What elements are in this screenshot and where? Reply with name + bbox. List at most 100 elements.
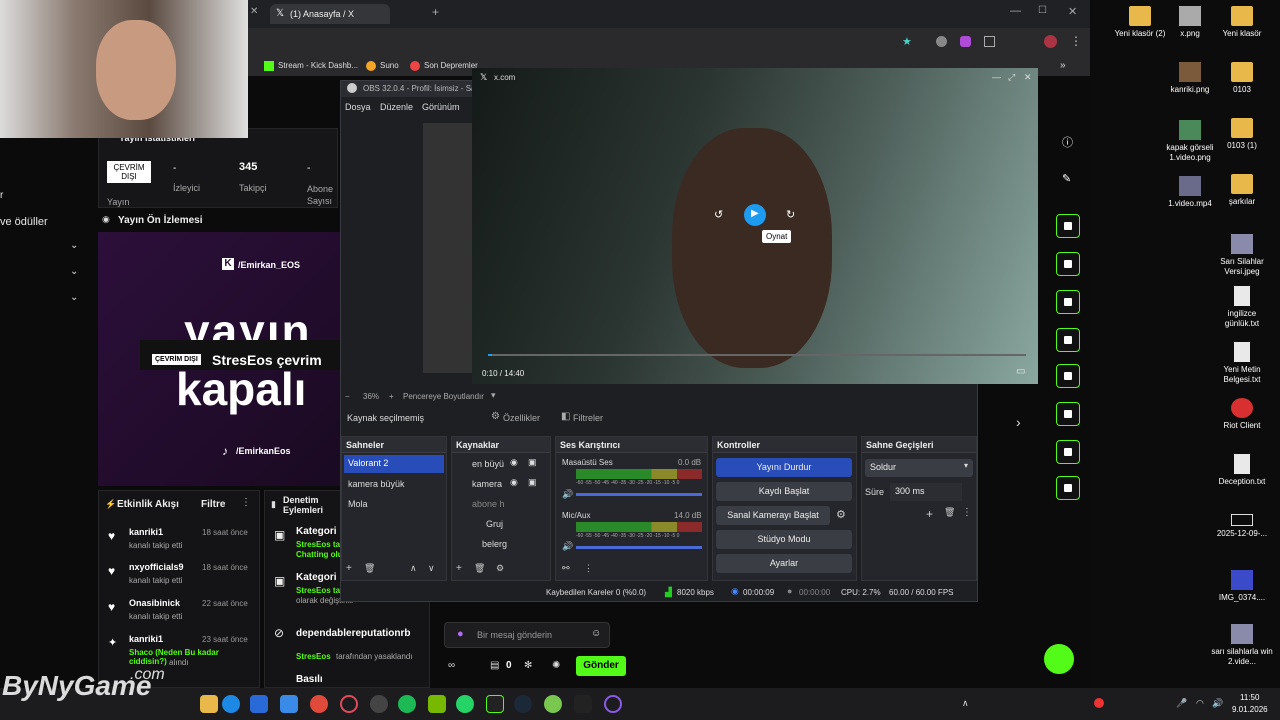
obs-icon[interactable] [370,695,388,713]
chevron-down-icon[interactable]: ▾ [491,390,496,401]
store-icon[interactable] [250,695,268,713]
activity-user[interactable]: nxyofficials9 [129,562,184,572]
more-icon[interactable]: ⋮ [962,507,972,518]
maximize-icon[interactable]: ☐ [1038,5,1047,16]
trash-icon[interactable]: 🗑 [364,563,375,574]
camera-icon[interactable] [1056,214,1080,238]
record-tray-icon[interactable] [1094,698,1104,708]
close-tab-icon[interactable]: ✕ [250,6,258,17]
app-icon[interactable] [604,695,622,713]
desktop-icon[interactable]: Yeni klasör [1210,6,1274,39]
lock-icon[interactable]: ▣ [528,457,537,468]
edge-icon[interactable] [222,695,240,713]
chat-bubble-icon[interactable] [1056,328,1080,352]
seek-bar[interactable] [488,354,1026,356]
obs-preview-canvas[interactable] [423,123,473,373]
more-icon[interactable]: ⋮ [241,497,251,508]
source-item[interactable]: Gruj [486,519,503,529]
menu-file[interactable]: Dosya [345,102,371,112]
chevron-down-icon[interactable]: ∨ [428,563,435,574]
scene-item[interactable]: Mola [348,499,368,509]
apps-icon[interactable] [1056,476,1080,500]
wifi-icon[interactable]: ◠ [1196,698,1204,709]
menu-view[interactable]: Görünüm [422,102,460,112]
settings-icon[interactable]: ✻ [524,660,532,671]
speaker-icon[interactable]: 🔊 [562,489,573,500]
zoom-in-icon[interactable]: + [389,392,394,401]
volume-icon[interactable]: 🔊 [1212,698,1223,709]
chrome-icon[interactable] [310,695,328,713]
link-icon[interactable]: ⚯ [562,563,570,574]
steam-icon[interactable] [514,695,532,713]
menu-dots-icon[interactable]: ⋮ [1070,34,1082,48]
bookmark-suno[interactable]: Suno [380,61,399,70]
stop-stream-button[interactable]: Yayını Durdur [716,458,852,477]
tab-x[interactable]: 𝕏 (1) Anasayfa / X [270,4,390,24]
eye-icon[interactable]: ◉ [510,457,518,468]
start-recording-button[interactable]: Kaydı Başlat [716,482,852,501]
activity-user[interactable]: kanriki1 [129,527,163,537]
desktop-icon[interactable]: 2025-12-09-... [1210,514,1274,539]
wrench-icon[interactable] [1056,440,1080,464]
bookmark-quakes[interactable]: Son Depremler [424,61,478,70]
desktop-icon[interactable]: 0103 [1210,62,1274,95]
add-icon[interactable]: + [926,507,933,521]
transition-select[interactable]: Soldur [865,459,973,477]
gear-icon[interactable]: ⚙ [496,563,504,574]
desktop-icon[interactable]: Sarı Silahlar Versi.jpeg [1210,234,1274,277]
desktop-icon[interactable]: 0103 (1) [1210,118,1274,151]
desktop-icon[interactable]: Riot Client [1210,398,1274,431]
nvidia-icon[interactable] [428,695,446,713]
virtual-camera-button[interactable]: Sanal Kamerayı Başlat [716,506,830,525]
duration-input[interactable]: 300 ms [890,483,962,501]
menu-edit[interactable]: Düzenle [380,102,413,112]
desktop-icon[interactable]: Deception.txt [1210,454,1274,487]
emoji-icon[interactable]: ☺ [591,628,601,639]
broadcast-icon[interactable] [1056,364,1080,388]
infinity-icon[interactable]: ∞ [448,660,455,671]
minimize-icon[interactable]: — [992,72,1001,82]
scene-item[interactable]: kamera büyük [348,479,405,489]
left-menu-item[interactable]: r [0,190,3,201]
bolt-icon[interactable] [1056,252,1080,276]
close-window-icon[interactable]: ✕ [1068,5,1077,18]
speaker-icon[interactable]: 🔊 [562,541,573,552]
file-explorer-icon[interactable] [200,695,218,713]
source-item[interactable]: belerg [482,539,507,549]
left-menu-rewards[interactable]: ve ödüller [0,216,48,228]
chevron-up-icon[interactable]: ∧ [410,563,417,574]
captions-icon[interactable]: ▭ [1016,366,1025,377]
trash-icon[interactable]: 🗑 [944,507,955,518]
more-bookmarks-icon[interactable]: » [1060,60,1066,71]
source-item[interactable]: kamera [472,479,502,489]
volume-slider[interactable] [576,493,702,496]
eye-icon[interactable]: ◉ [510,477,518,488]
play-button[interactable]: ▶ [744,204,766,226]
whatsapp-icon[interactable] [456,695,474,713]
more-icon[interactable]: ⋮ [584,563,593,574]
desktop-icon[interactable]: şarkılar [1210,174,1274,207]
opera-icon[interactable] [340,695,358,713]
new-tab-icon[interactable]: + [432,5,439,19]
zoom-out-icon[interactable]: − [345,392,350,401]
gear-icon[interactable]: ⚙ [836,508,846,521]
desktop-icon[interactable]: sarı silahlarla win 2.vide... [1210,624,1274,667]
chevron-down-icon[interactable]: ▾ [964,461,968,470]
puzzle-icon[interactable] [984,36,995,47]
app-icon[interactable] [544,695,562,713]
minimize-icon[interactable]: — [1010,5,1021,17]
scene-item[interactable]: Valorant 2 [344,455,444,473]
chevron-down-icon[interactable]: ⌄ [70,240,78,251]
zoom-mode[interactable]: Pencereye Boyutlandır [403,392,484,401]
chevron-down-icon[interactable]: ⌄ [70,266,78,277]
activity-user[interactable]: kanriki1 [129,634,163,644]
source-item[interactable]: en büyü [472,459,504,469]
filters-button[interactable]: Filtreler [573,413,603,423]
expand-icon[interactable]: ⤢ [1008,72,1015,83]
kick-app-icon[interactable] [486,695,504,713]
properties-button[interactable]: Özellikler [503,413,540,423]
edit-icon[interactable]: ✎ [1062,172,1071,185]
chevron-up-icon[interactable]: ∧ [962,698,969,709]
gift-box-icon[interactable]: ▤ [490,660,499,671]
forward-icon[interactable]: ↻ [786,208,795,221]
